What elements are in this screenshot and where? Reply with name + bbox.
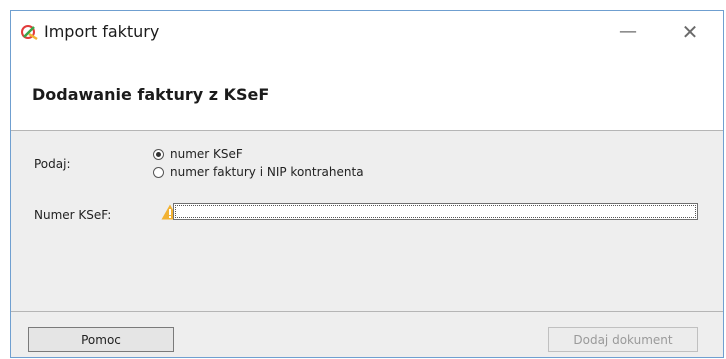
close-icon: ✕: [681, 19, 699, 44]
title-bar[interactable]: Import faktury — ✕: [11, 11, 723, 52]
help-button[interactable]: Pomoc: [28, 327, 174, 352]
provide-label: Podaj:: [34, 157, 71, 171]
page-title: Dodawanie faktury z KSeF: [32, 85, 270, 104]
app-logo-icon: [21, 25, 38, 41]
ksef-number-label: Numer KSeF:: [34, 208, 112, 222]
radio-button-checked[interactable]: [153, 148, 164, 160]
add-document-button[interactable]: Dodaj dokument: [548, 327, 698, 352]
window-title: Import faktury: [44, 22, 160, 41]
dialog-footer: Pomoc Dodaj dokument: [11, 312, 723, 357]
radio-invoice-nip[interactable]: numer faktury i NIP kontrahenta: [153, 165, 364, 179]
radio-button-unchecked[interactable]: [153, 166, 164, 178]
import-window: Import faktury — ✕ Dodawanie faktury z K…: [10, 10, 724, 358]
form-panel: Podaj: numer KSeF numer faktury i NIP ko…: [11, 131, 723, 311]
ksef-number-input[interactable]: [173, 203, 698, 220]
radio-ksef-number[interactable]: numer KSeF: [153, 147, 243, 161]
radio-ksef-label: numer KSeF: [170, 147, 243, 161]
radio-invoice-nip-label: numer faktury i NIP kontrahenta: [170, 165, 364, 179]
minimize-icon: —: [619, 21, 637, 42]
close-button[interactable]: ✕: [667, 11, 713, 52]
dialog-header: Dodawanie faktury z KSeF: [11, 52, 723, 130]
minimize-button[interactable]: —: [605, 11, 651, 52]
